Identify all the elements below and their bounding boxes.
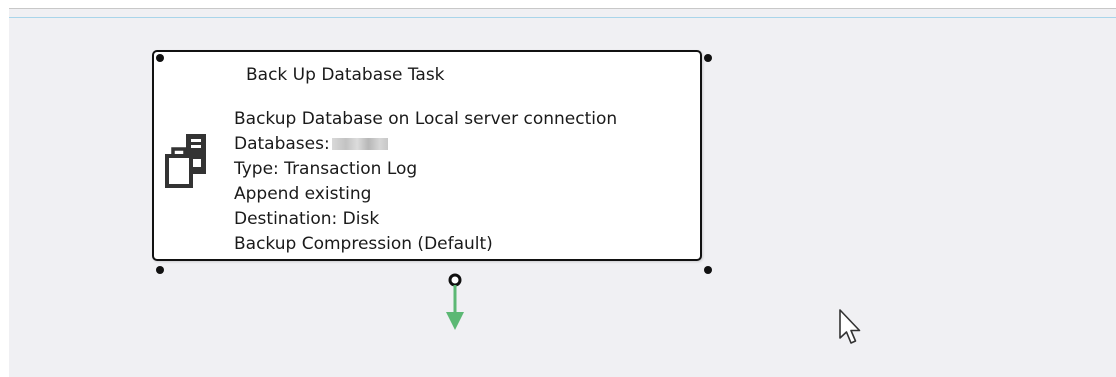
connector-start-point — [448, 273, 462, 287]
surface-accent-line — [9, 17, 1116, 18]
redacted-database-name — [331, 138, 388, 150]
precedence-constraint-arrow[interactable] — [440, 264, 470, 334]
designer-window: Back Up Database Task Backup Database on… — [0, 0, 1116, 377]
mouse-pointer-icon — [839, 309, 861, 344]
bag-shape — [165, 154, 193, 188]
back-up-database-task[interactable]: Back Up Database Task Backup Database on… — [152, 50, 702, 261]
resize-handle-top-left[interactable] — [156, 54, 164, 62]
task-title: Back Up Database Task — [246, 65, 445, 85]
detail-compression: Backup Compression (Default) — [234, 234, 493, 254]
connector-arrowhead — [446, 312, 464, 330]
detail-destination: Destination: Disk — [234, 209, 380, 229]
resize-handle-top-right[interactable] — [704, 54, 712, 62]
detail-type: Type: Transaction Log — [234, 159, 418, 179]
resize-handle-bottom-right[interactable] — [704, 266, 712, 274]
detail-append: Append existing — [234, 184, 372, 204]
detail-databases: Databases: — [234, 132, 617, 157]
detail-connection: Backup Database on Local server connecti… — [234, 109, 618, 129]
backup-database-task-icon — [165, 134, 206, 188]
detail-databases-label: Databases: — [234, 134, 330, 154]
task-details: Backup Database on Local server connecti… — [234, 107, 617, 257]
resize-handle-bottom-left[interactable] — [156, 266, 164, 274]
